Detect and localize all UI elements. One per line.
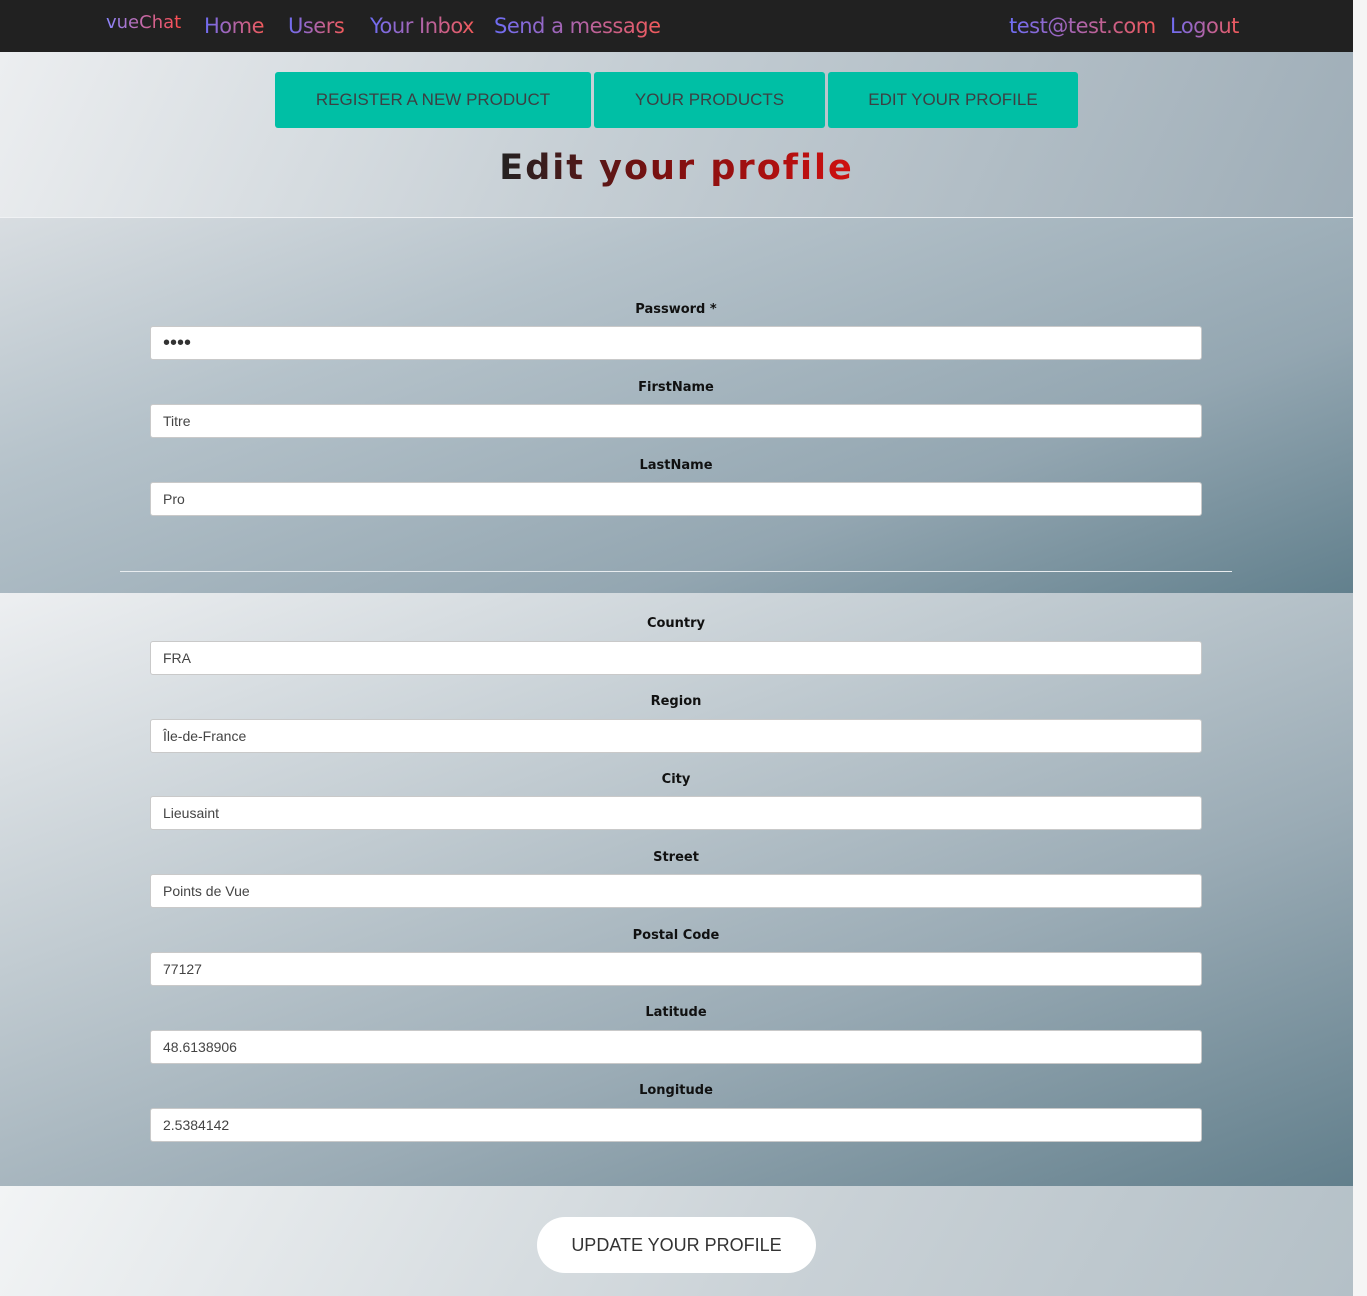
nav-logout-link[interactable]: Logout (1170, 13, 1239, 39)
postal-code-label: Postal Code (632, 928, 720, 943)
register-product-button[interactable]: REGISTER A NEW PRODUCT (275, 72, 591, 128)
region-input[interactable]: Île-de-France (150, 719, 1202, 753)
scrollbar-track[interactable] (1353, 0, 1367, 1296)
city-label: City (661, 772, 691, 787)
password-label: Password * (635, 302, 717, 317)
nav-user-email-link[interactable]: test@test.com (1009, 13, 1156, 39)
street-input[interactable]: Points de Vue (150, 874, 1202, 908)
edit-profile-button[interactable]: EDIT YOUR PROFILE (828, 72, 1078, 128)
country-input[interactable]: FRA (150, 641, 1202, 675)
firstname-label: FirstName (638, 380, 714, 395)
longitude-input[interactable]: 2.5384142 (150, 1108, 1202, 1142)
latitude-input[interactable]: 48.6138906 (150, 1030, 1202, 1064)
section-divider (120, 571, 1232, 572)
brand-logo[interactable]: vueChat (106, 10, 181, 30)
update-profile-button[interactable]: UPDATE YOUR PROFILE (537, 1217, 816, 1273)
region-label: Region (650, 694, 702, 709)
city-input[interactable]: Lieusaint (150, 796, 1202, 830)
nav-home-link[interactable]: Home (204, 13, 265, 39)
lastname-input[interactable]: Pro (150, 482, 1202, 516)
firstname-input[interactable]: Titre (150, 404, 1202, 438)
postal-code-input[interactable]: 77127 (150, 952, 1202, 986)
nav-inbox-link[interactable]: Your Inbox (370, 13, 474, 39)
street-label: Street (653, 850, 699, 865)
longitude-label: Longitude (639, 1083, 713, 1098)
nav-users-link[interactable]: Users (288, 13, 345, 39)
page-title: Edit your profile (499, 148, 854, 188)
country-label: Country (646, 616, 706, 631)
lastname-label: LastName (639, 458, 713, 473)
top-navbar: vueChat Home Users Your Inbox Send a mes… (0, 0, 1353, 52)
latitude-label: Latitude (645, 1005, 707, 1020)
password-input[interactable]: •••• (150, 326, 1202, 360)
your-products-button[interactable]: YOUR PRODUCTS (594, 72, 825, 128)
nav-send-message-link[interactable]: Send a message (494, 13, 661, 39)
